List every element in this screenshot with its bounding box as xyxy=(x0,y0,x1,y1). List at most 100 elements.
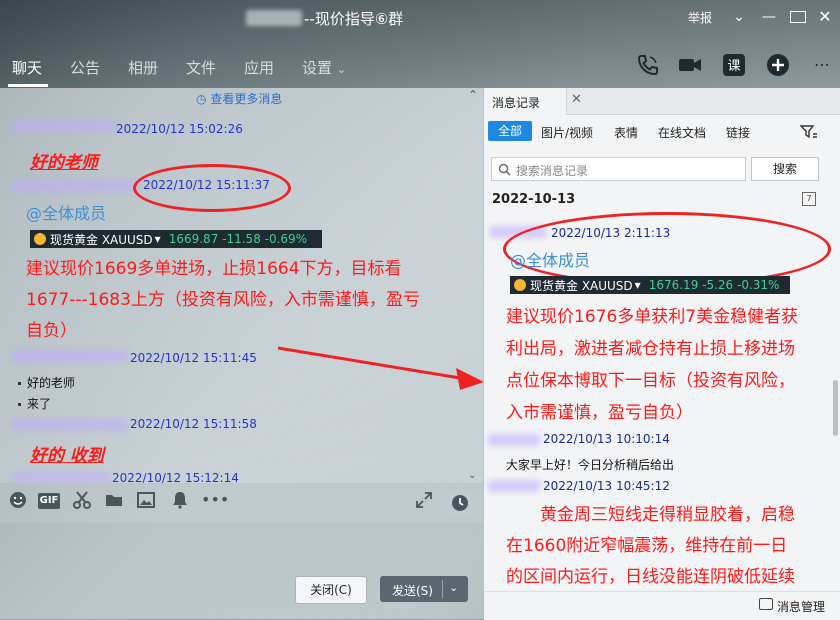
chevron-down-icon[interactable]: ⌄ xyxy=(449,581,458,594)
sender-name-blurred xyxy=(488,480,540,492)
annotation-arrow xyxy=(277,346,484,390)
list-item: 来了 xyxy=(18,395,51,412)
message-line: 建议现价1676多单获利7美金稳健者获 xyxy=(506,307,799,327)
title-bar: --现价指导⑥群 举报 ⌄ — ✕ xyxy=(0,0,840,36)
image-icon[interactable] xyxy=(136,490,156,510)
gold-coin-icon xyxy=(34,233,46,245)
more-messages-label: 查看更多消息 xyxy=(210,92,283,106)
tab-settings-label: 设置 xyxy=(302,59,333,77)
filter-links[interactable]: 链接 xyxy=(726,124,750,141)
message-time: 2022/10/12 15:12:14 xyxy=(112,471,239,483)
search-button[interactable]: 搜索 xyxy=(751,157,819,181)
filter-icon[interactable] xyxy=(800,124,818,140)
gif-icon[interactable]: GIF xyxy=(38,493,60,509)
message-line: 入市需谨慎，盈亏自负） xyxy=(506,403,693,423)
more-icon[interactable]: ⋯ xyxy=(814,56,830,74)
history-clock-icon[interactable] xyxy=(448,491,472,515)
sender-name-blurred xyxy=(12,419,128,431)
mention-all[interactable]: @全体成员 xyxy=(510,247,590,271)
list-item-text: 来了 xyxy=(27,397,52,411)
clock-icon: ◷ xyxy=(196,92,207,106)
search-icon xyxy=(498,163,511,176)
bell-icon[interactable] xyxy=(170,490,190,510)
close-icon[interactable]: ✕ xyxy=(571,92,582,107)
collapse-icon[interactable]: ⌃ xyxy=(468,88,478,102)
calendar-icon[interactable]: 7 xyxy=(802,192,816,206)
minimize-icon[interactable]: — xyxy=(761,8,777,26)
message-manage-link[interactable]: 消息管理 xyxy=(777,598,825,615)
message-line: 自负） xyxy=(26,321,77,341)
tab-chat[interactable]: 聊天 xyxy=(12,57,42,78)
window-title: --现价指导⑥群 xyxy=(304,10,404,28)
ticker-price: 1676.19 -5.26 -0.31% xyxy=(648,278,780,292)
send-button[interactable]: 发送(S) ⌄ xyxy=(380,576,468,602)
sender-name-blurred xyxy=(12,472,110,482)
list-item: 好的老师 xyxy=(18,374,75,391)
expand-icon[interactable]: ⌄ xyxy=(468,470,476,481)
tab-apps[interactable]: 应用 xyxy=(244,57,274,78)
filter-online-docs[interactable]: 在线文档 xyxy=(658,124,706,141)
message-line: 在1660附近窄幅震荡，维持在前一日 xyxy=(506,536,788,556)
list-item-text: 好的老师 xyxy=(27,376,76,390)
close-button[interactable]: 关闭(C) xyxy=(295,576,367,604)
emoji-icon[interactable] xyxy=(8,490,28,510)
folder-icon[interactable] xyxy=(104,490,124,510)
message-text: 好的老师 xyxy=(30,153,98,173)
filter-images-videos[interactable]: 图片/视频 xyxy=(541,124,593,141)
report-button[interactable]: 举报 xyxy=(688,9,712,27)
tab-album[interactable]: 相册 xyxy=(128,57,158,78)
class-icon[interactable]: 课 xyxy=(721,52,747,78)
svg-text:课: 课 xyxy=(727,59,740,74)
filter-stickers[interactable]: 表情 xyxy=(614,124,638,141)
scissors-icon[interactable] xyxy=(72,490,92,510)
chevron-down-icon: ⌄ xyxy=(336,63,347,76)
expand-input-icon[interactable] xyxy=(414,490,434,510)
message-text: 好的 收到 xyxy=(30,446,104,466)
more-messages-link[interactable]: ◷ 查看更多消息 xyxy=(196,90,282,107)
send-label: 发送(S) xyxy=(392,584,433,598)
title-blurred-name xyxy=(246,10,302,26)
video-icon[interactable] xyxy=(677,52,703,78)
ticker-widget[interactable]: 现货黄金 XAUUSD ▾ 1676.19 -5.26 -0.31% xyxy=(510,276,790,294)
maximize-icon[interactable] xyxy=(790,11,806,23)
sender-name-blurred xyxy=(12,350,128,362)
search-placeholder: 搜索消息记录 xyxy=(516,164,589,178)
sender-name-blurred xyxy=(12,120,116,132)
tab-files[interactable]: 文件 xyxy=(186,57,216,78)
filter-all[interactable]: 全部 xyxy=(488,121,532,141)
tab-settings[interactable]: 设置 ⌄ xyxy=(302,57,346,78)
add-circle-icon[interactable] xyxy=(765,52,791,78)
message-time: 2022/10/12 15:11:45 xyxy=(130,351,257,365)
ticker-name: 现货黄金 XAUUSD xyxy=(50,232,153,247)
ticker-widget[interactable]: 现货黄金 XAUUSD ▾ 1669.87 -11.58 -0.69% xyxy=(30,230,322,248)
message-time: 2022/10/12 15:11:58 xyxy=(130,417,257,431)
message-time: 2022/10/13 10:45:12 xyxy=(543,479,670,493)
date-header: 2022-10-13 xyxy=(492,192,576,207)
panel-tab-label: 消息记录 xyxy=(492,96,541,110)
active-tab-indicator xyxy=(8,84,48,87)
message-line: 建议现价1669多单进场，止损1664下方，目标看 xyxy=(26,259,402,279)
search-input[interactable]: 搜索消息记录 xyxy=(491,157,746,181)
chevron-down-icon: ▾ xyxy=(634,278,641,292)
message-line: 1677---1683上方（投资有风险，入市需谨慎，盈亏 xyxy=(26,290,420,310)
mention-all[interactable]: @全体成员 xyxy=(26,200,106,224)
tab-announcement[interactable]: 公告 xyxy=(70,57,100,78)
gold-coin-icon xyxy=(514,279,526,291)
message-line: 点位保本博取下一目标（投资有风险， xyxy=(506,371,795,391)
close-icon[interactable]: ✕ xyxy=(817,8,833,26)
chevron-down-icon[interactable]: ⌄ xyxy=(731,8,747,26)
phone-icon[interactable] xyxy=(634,52,660,78)
message-time: 2022/10/13 10:10:14 xyxy=(543,432,670,446)
ticker-name: 现货黄金 XAUUSD xyxy=(530,278,633,293)
message-line: 利出局，激进者减仓持有止损上移进场 xyxy=(506,339,795,359)
message-line: 的区间内运行，日线没能连阴破低延续 xyxy=(506,567,795,587)
sender-name-blurred xyxy=(12,180,140,192)
divider xyxy=(442,580,443,598)
highlight-circle xyxy=(133,164,291,212)
more-icon[interactable]: ••• xyxy=(201,490,229,510)
message-input[interactable] xyxy=(0,523,483,619)
scrollbar[interactable] xyxy=(833,380,838,436)
message-time: 2022/10/12 15:02:26 xyxy=(116,122,243,136)
message-text: 大家早上好！今日分析稍后给出 xyxy=(506,458,675,472)
sender-name-blurred xyxy=(488,434,540,446)
